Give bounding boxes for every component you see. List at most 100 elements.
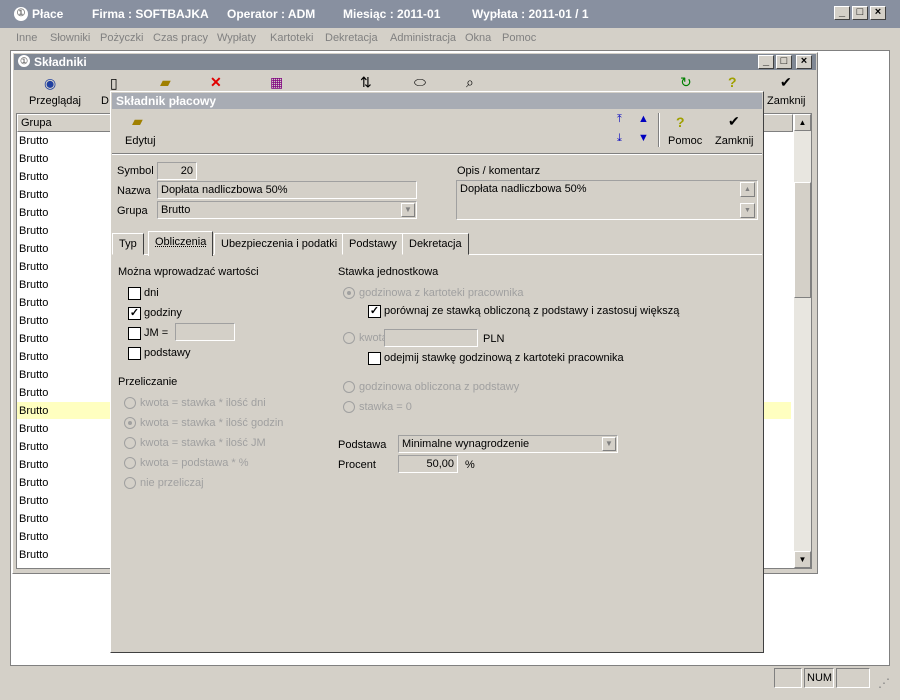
opis-scroll-down-icon[interactable]: ▼ — [740, 203, 755, 218]
table-row[interactable]: Brutto — [19, 387, 48, 399]
jm-input[interactable] — [175, 323, 235, 341]
skladniki-zamknij-button[interactable]: Zamknij — [767, 95, 806, 107]
edit-folder-icon[interactable]: ▰ — [132, 113, 143, 130]
zamknij-check-icon[interactable]: ✔ — [728, 113, 740, 130]
table-row[interactable]: Brutto — [19, 441, 48, 453]
kwota-input[interactable] — [384, 329, 478, 347]
table-row[interactable]: Brutto — [19, 423, 48, 435]
table-row[interactable]: Brutto — [19, 477, 48, 489]
nazwa-field[interactable]: Dopłata nadliczbowa 50% — [157, 181, 417, 199]
edytuj-button[interactable]: Edytuj — [125, 135, 156, 147]
tag-icon[interactable]: ⬭ — [414, 74, 426, 91]
dialog-zamknij-button[interactable]: Zamknij — [715, 135, 754, 147]
open-folder-icon[interactable]: ▰ — [160, 74, 171, 91]
menu-administracja[interactable]: Administracja — [390, 32, 456, 44]
table-row[interactable]: Brutto — [19, 531, 48, 543]
stawka-kartoteka-radio[interactable] — [343, 287, 355, 299]
odejmij-checkbox[interactable] — [368, 352, 381, 365]
podstawa-dropdown-icon[interactable]: ▼ — [602, 437, 616, 451]
table-row[interactable]: Brutto — [19, 261, 48, 273]
skladniki-minimize-button[interactable]: _ — [758, 55, 774, 69]
close-button[interactable]: × — [870, 6, 886, 20]
table-row[interactable]: Brutto — [19, 189, 48, 201]
table-row[interactable]: Brutto — [19, 207, 48, 219]
table-row[interactable]: Brutto — [19, 225, 48, 237]
tab-podstawy[interactable]: Podstawy — [342, 233, 404, 255]
table-row[interactable]: Brutto — [19, 351, 48, 363]
help-icon[interactable]: ? — [728, 74, 737, 90]
scroll-thumb[interactable] — [794, 182, 811, 298]
przeliczanie-dni-radio[interactable] — [124, 397, 136, 409]
dni-checkbox[interactable] — [128, 287, 141, 300]
tab-ubezpieczenia[interactable]: Ubezpieczenia i podatki — [214, 233, 345, 255]
d-button[interactable]: D — [101, 95, 109, 107]
column-header-grupa[interactable]: Grupa — [21, 117, 52, 129]
table-row[interactable]: Brutto — [19, 315, 48, 327]
table-row[interactable]: Brutto — [19, 243, 48, 255]
new-document-icon[interactable]: ▯ — [110, 75, 118, 92]
menu-dekretacja[interactable]: Dekretacja — [325, 32, 378, 44]
print-icon[interactable]: ▦ — [270, 74, 283, 91]
opis-scroll-up-icon[interactable]: ▲ — [740, 182, 755, 197]
table-row[interactable]: Brutto — [19, 459, 48, 471]
table-row[interactable]: Brutto — [19, 171, 48, 183]
podstawy-checkbox[interactable] — [128, 347, 141, 360]
magnifier-icon[interactable]: ⌕ — [466, 74, 474, 91]
przegladaj-button[interactable]: Przeglądaj — [29, 95, 81, 107]
podstawa-combo[interactable]: Minimalne wynagrodzenie ▼ — [398, 435, 618, 453]
stawka-kwota-radio[interactable] — [343, 332, 355, 344]
resize-grip-icon[interactable]: ⋰ — [878, 676, 890, 690]
stawka-zero-radio[interactable] — [343, 401, 355, 413]
jm-checkbox[interactable] — [128, 327, 141, 340]
skladniki-close-button[interactable]: × — [796, 55, 812, 69]
check-icon[interactable]: ✔ — [780, 74, 792, 91]
table-row[interactable]: Brutto — [19, 369, 48, 381]
stawka-obliczona-radio[interactable] — [343, 381, 355, 393]
pomoc-help-icon[interactable]: ? — [676, 114, 685, 130]
menu-inne[interactable]: Inne — [16, 32, 37, 44]
menu-wyplaty[interactable]: Wypłaty — [217, 32, 256, 44]
delete-icon[interactable]: ✕ — [210, 74, 222, 91]
nie-przeliczaj-radio[interactable] — [124, 477, 136, 489]
przeliczanie-godzin-radio[interactable] — [124, 417, 136, 429]
minimize-button[interactable]: _ — [834, 6, 850, 20]
tab-typ[interactable]: Typ — [112, 233, 144, 255]
table-row[interactable]: Brutto — [19, 297, 48, 309]
table-row[interactable]: Brutto — [19, 279, 48, 291]
maximize-button[interactable]: □ — [852, 6, 868, 20]
table-row[interactable]: Brutto — [19, 405, 48, 417]
scroll-down-button[interactable]: ▼ — [794, 551, 811, 568]
table-row[interactable]: Brutto — [19, 135, 48, 147]
sort-icon[interactable]: ⇅ — [360, 74, 372, 91]
last-record-icon[interactable]: ⤓ — [617, 132, 622, 145]
symbol-field[interactable]: 20 — [157, 162, 197, 180]
procent-input[interactable]: 50,00 — [398, 455, 458, 473]
menu-pozyczki[interactable]: Pożyczki — [100, 32, 143, 44]
scroll-up-button[interactable]: ▲ — [794, 114, 811, 131]
next-record-icon[interactable]: ▼ — [638, 132, 649, 144]
grupa-dropdown-icon[interactable]: ▼ — [401, 203, 415, 217]
refresh-icon[interactable]: ↻ — [680, 74, 692, 91]
menu-okna[interactable]: Okna — [465, 32, 491, 44]
table-row[interactable]: Brutto — [19, 549, 48, 561]
table-row[interactable]: Brutto — [19, 153, 48, 165]
pomoc-button[interactable]: Pomoc — [668, 135, 702, 147]
opis-field[interactable]: Dopłata nadliczbowa 50% — [456, 180, 758, 220]
table-row[interactable]: Brutto — [19, 333, 48, 345]
table-row[interactable]: Brutto — [19, 495, 48, 507]
przeliczanie-jm-radio[interactable] — [124, 437, 136, 449]
skladniki-maximize-button[interactable]: □ — [776, 55, 792, 69]
table-row[interactable]: Brutto — [19, 513, 48, 525]
tab-obliczenia[interactable]: Obliczenia — [148, 231, 214, 256]
menu-kartoteki[interactable]: Kartoteki — [270, 32, 313, 44]
eye-icon[interactable]: ◉ — [44, 75, 56, 92]
first-record-icon[interactable]: ⤒ — [617, 113, 622, 126]
przeliczanie-podstawa-radio[interactable] — [124, 457, 136, 469]
previous-record-icon[interactable]: ▲ — [638, 113, 649, 125]
menu-pomoc[interactable]: Pomoc — [502, 32, 536, 44]
menu-slowniki[interactable]: Słowniki — [50, 32, 90, 44]
grupa-combo[interactable]: Brutto ▼ — [157, 201, 417, 219]
menu-czas-pracy[interactable]: Czas pracy — [153, 32, 208, 44]
godziny-checkbox[interactable]: ✓ — [128, 307, 141, 320]
porownaj-checkbox[interactable]: ✓ — [368, 305, 381, 318]
